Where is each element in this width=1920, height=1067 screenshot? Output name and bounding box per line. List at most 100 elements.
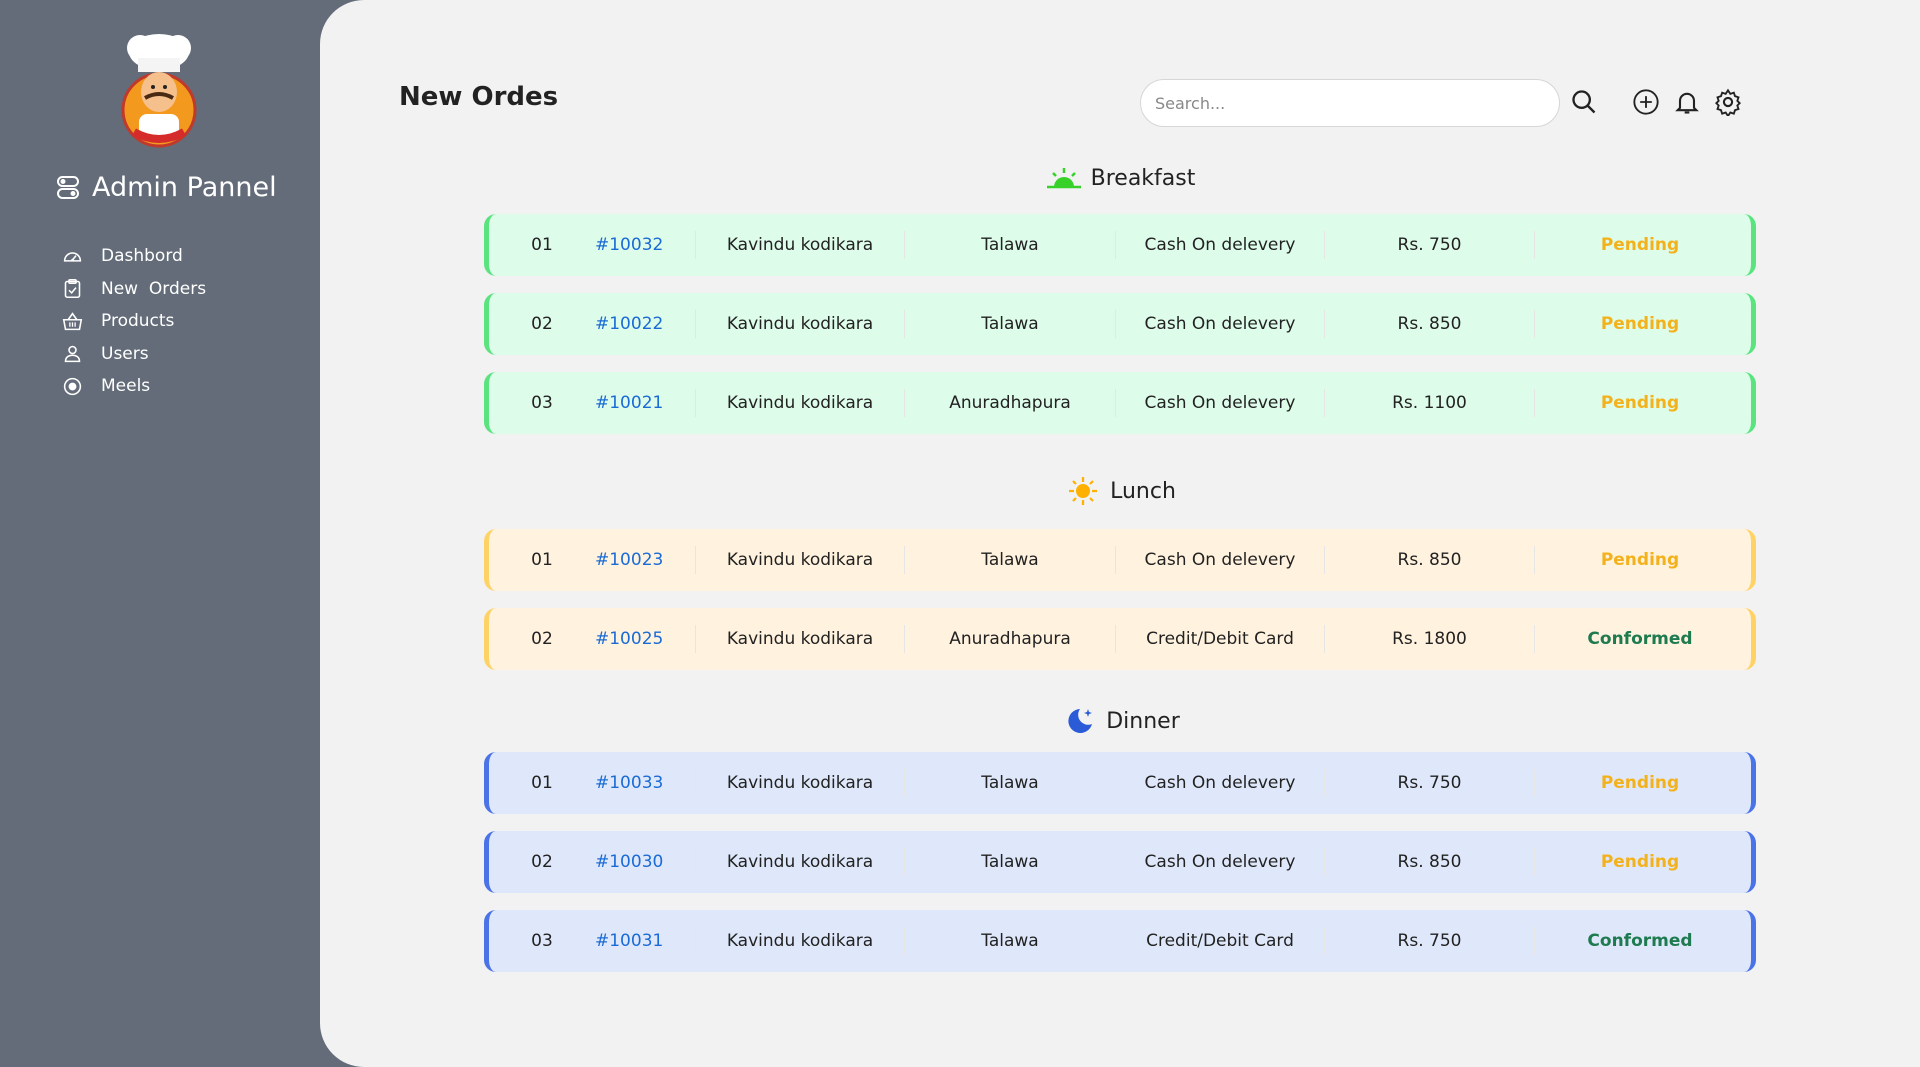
order-price: Rs. 1800 <box>1325 625 1535 653</box>
sidebar-nav: Dashbord New Orders Products Users Meels <box>62 240 206 403</box>
sidebar-item-products[interactable]: Products <box>62 305 206 338</box>
status-badge: Pending <box>1600 550 1680 570</box>
status-badge: Pending <box>1600 314 1680 334</box>
order-number: 03 <box>531 393 553 413</box>
table-row[interactable]: 01 #10033 Kavindu kodikara Talawa Cash O… <box>484 752 1756 814</box>
order-id-link[interactable]: #10031 <box>595 927 695 955</box>
order-number: 02 <box>531 852 553 872</box>
sidebar-item-users[interactable]: Users <box>62 338 206 371</box>
main-panel: New Ordes Breakfast 01 #10032 Kavindu ko… <box>320 0 1920 1067</box>
order-id-link[interactable]: #10030 <box>595 848 695 876</box>
customer-name: Kavindu kodikara <box>695 310 905 338</box>
table-row[interactable]: 01 #10032 Kavindu kodikara Talawa Cash O… <box>484 214 1756 276</box>
payment-method: Cash On delevery <box>1115 231 1325 259</box>
sunrise-icon <box>1045 163 1083 193</box>
customer-name: Kavindu kodikara <box>695 231 905 259</box>
customer-name: Kavindu kodikara <box>695 927 905 955</box>
lunch-orders: 01 #10023 Kavindu kodikara Talawa Cash O… <box>484 529 1756 687</box>
customer-name: Kavindu kodikara <box>695 625 905 653</box>
sidebar-item-meels[interactable]: Meels <box>62 370 206 403</box>
sidebar-item-new-orders[interactable]: New Orders <box>62 273 206 306</box>
bell-icon[interactable] <box>1673 88 1701 116</box>
status-badge: Pending <box>1600 773 1680 793</box>
table-row[interactable]: 02 #10030 Kavindu kodikara Talawa Cash O… <box>484 831 1756 893</box>
moon-icon <box>1060 706 1098 736</box>
speedometer-icon <box>63 252 82 262</box>
table-row[interactable]: 03 #10021 Kavindu kodikara Anuradhapura … <box>484 372 1756 434</box>
order-number: 03 <box>531 931 553 951</box>
breakfast-orders: 01 #10032 Kavindu kodikara Talawa Cash O… <box>484 214 1756 451</box>
table-row[interactable]: 03 #10031 Kavindu kodikara Talawa Credit… <box>484 910 1756 972</box>
order-number: 02 <box>531 629 553 649</box>
payment-method: Credit/Debit Card <box>1115 927 1325 955</box>
customer-name: Kavindu kodikara <box>695 769 905 797</box>
order-id-link[interactable]: #10033 <box>595 769 695 797</box>
payment-method: Credit/Debit Card <box>1115 625 1325 653</box>
customer-city: Talawa <box>981 852 1039 872</box>
meal-icon <box>63 377 82 395</box>
gear-icon[interactable] <box>1714 88 1742 116</box>
order-price: Rs. 750 <box>1325 231 1535 259</box>
clipboard-check-icon <box>64 279 81 299</box>
add-circle-icon[interactable] <box>1632 88 1660 116</box>
section-title-text: Lunch <box>1110 478 1176 504</box>
customer-city: Talawa <box>981 314 1039 334</box>
order-id-link[interactable]: #10021 <box>595 389 695 417</box>
order-price: Rs. 850 <box>1325 310 1535 338</box>
sidebar-item-label: Meels <box>101 376 151 397</box>
chef-logo <box>112 28 206 148</box>
sidebar-item-label: Dashbord <box>101 246 183 267</box>
sidebar-brand: Admin Pannel <box>56 172 277 203</box>
sidebar: Admin Pannel Dashbord New Orders Product… <box>0 0 320 1067</box>
order-number: 01 <box>531 773 553 793</box>
order-price: Rs. 750 <box>1325 927 1535 955</box>
customer-city: Anuradhapura <box>949 393 1071 413</box>
customer-name: Kavindu kodikara <box>695 389 905 417</box>
order-id-link[interactable]: #10022 <box>595 310 695 338</box>
customer-name: Kavindu kodikara <box>695 848 905 876</box>
search-icon[interactable] <box>1570 88 1598 116</box>
sidebar-title: Admin Pannel <box>92 172 277 203</box>
status-badge: Conformed <box>1587 931 1693 951</box>
sidebar-item-label: Users <box>101 343 149 364</box>
order-price: Rs. 1100 <box>1325 389 1535 417</box>
dinner-orders: 01 #10033 Kavindu kodikara Talawa Cash O… <box>484 752 1756 989</box>
search-input[interactable] <box>1140 79 1560 127</box>
customer-name: Kavindu kodikara <box>695 546 905 574</box>
table-row[interactable]: 01 #10023 Kavindu kodikara Talawa Cash O… <box>484 529 1756 591</box>
customer-city: Talawa <box>981 773 1039 793</box>
order-number: 01 <box>531 550 553 570</box>
order-price: Rs. 850 <box>1325 546 1535 574</box>
order-id-link[interactable]: #10032 <box>595 231 695 259</box>
status-badge: Conformed <box>1587 629 1693 649</box>
payment-method: Cash On delevery <box>1115 546 1325 574</box>
table-row[interactable]: 02 #10022 Kavindu kodikara Talawa Cash O… <box>484 293 1756 355</box>
user-icon <box>64 345 81 363</box>
order-number: 02 <box>531 314 553 334</box>
payment-method: Cash On delevery <box>1115 389 1325 417</box>
customer-city: Anuradhapura <box>949 629 1071 649</box>
payment-method: Cash On delevery <box>1115 848 1325 876</box>
payment-method: Cash On delevery <box>1115 769 1325 797</box>
status-badge: Pending <box>1600 852 1680 872</box>
section-lunch-title: Lunch <box>320 476 1920 506</box>
customer-city: Talawa <box>981 550 1039 570</box>
sidebar-item-label: New Orders <box>101 278 207 299</box>
toggle-icon <box>56 175 80 201</box>
basket-icon <box>62 312 83 330</box>
customer-city: Talawa <box>981 931 1039 951</box>
section-dinner-title: Dinner <box>320 706 1920 736</box>
payment-method: Cash On delevery <box>1115 310 1325 338</box>
table-row[interactable]: 02 #10025 Kavindu kodikara Anuradhapura … <box>484 608 1756 670</box>
section-breakfast-title: Breakfast <box>320 163 1920 193</box>
sidebar-item-dashbord[interactable]: Dashbord <box>62 240 206 273</box>
sidebar-item-label: Products <box>101 311 175 332</box>
order-id-link[interactable]: #10025 <box>595 625 695 653</box>
page-title: New Ordes <box>399 82 559 112</box>
order-id-link[interactable]: #10023 <box>595 546 695 574</box>
customer-city: Talawa <box>981 235 1039 255</box>
section-title-text: Breakfast <box>1090 165 1196 191</box>
order-price: Rs. 750 <box>1325 769 1535 797</box>
sun-icon <box>1064 476 1102 506</box>
status-badge: Pending <box>1600 393 1680 413</box>
